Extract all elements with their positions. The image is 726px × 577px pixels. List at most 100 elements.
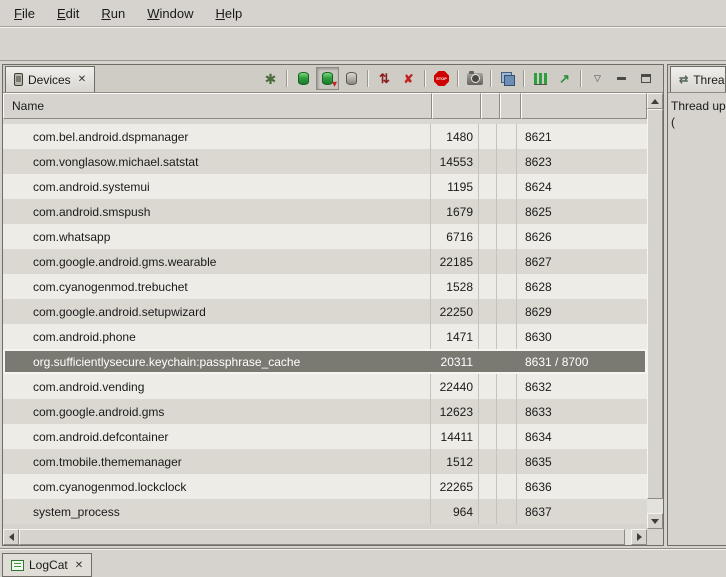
update-heap-button[interactable] [292,67,315,90]
minimize-icon [617,77,626,80]
process-pid: 6716 [431,224,479,249]
vertical-scroll-track[interactable] [647,109,663,513]
cause-gc-button[interactable] [340,67,363,90]
debug-process-button[interactable]: ✱ [259,67,282,90]
maximize-button[interactable] [634,67,657,90]
vertical-scroll-thumb[interactable] [647,109,663,499]
column-spacer [479,199,497,224]
process-port: 8628 [517,274,647,299]
heap-icon [298,72,309,85]
process-name: com.android.phone [3,324,431,349]
update-threads-button[interactable]: ⇅ [373,67,396,90]
hierarchy-icon [501,72,515,86]
column-spacer [497,124,517,149]
stop-process-button[interactable]: STOP [430,67,453,90]
process-name: com.google.android.gms [3,399,431,424]
tab-logcat[interactable]: LogCat ✕ [2,553,92,577]
scroll-right-button[interactable] [631,529,647,545]
table-row[interactable]: com.google.android.gms 12623 8633 [3,399,647,424]
process-name: com.vonglasow.michael.satstat [3,149,431,174]
menu-run[interactable]: Run [91,2,135,25]
table-row[interactable]: com.android.defcontainer 14411 8634 [3,424,647,449]
logcat-icon [11,560,24,571]
bug-icon: ✱ [265,72,277,86]
column-spacer [497,199,517,224]
process-pid: 1679 [431,199,479,224]
horizontal-scroll-track[interactable] [19,529,631,545]
threads-panel: ⇄ Threads Thread up( [667,64,726,546]
scroll-left-button[interactable] [3,529,19,545]
table-row[interactable]: com.android.vending 22440 8632 [3,374,647,399]
process-port: 8626 [517,224,647,249]
table-row[interactable]: com.android.phone 1471 8630 [3,324,647,349]
minimize-button[interactable] [610,67,633,90]
threads-tab-label: Threads [693,73,726,87]
column-spacer [479,424,497,449]
process-name: org.sufficientlysecure.keychain:passphra… [3,349,431,374]
scroll-down-button[interactable] [647,513,663,529]
dump-hprof-button[interactable] [316,67,339,90]
column-spacer [479,374,497,399]
column-spacer [479,124,497,149]
column-spacer [497,224,517,249]
vertical-scrollbar[interactable] [647,93,663,529]
column-spacer [479,324,497,349]
column-spacer [497,374,517,399]
tab-devices[interactable]: Devices ✕ [5,66,95,92]
device-rows: com.bel.android.dspmanager 1480 8621 com… [3,124,647,524]
device-table-body: com.bel.android.dspmanager 1480 8621 com… [3,119,647,529]
process-port: 8637 [517,499,647,524]
process-pid: 14411 [431,424,479,449]
process-name: com.bel.android.dspmanager [3,124,431,149]
table-row[interactable]: com.android.smspush 1679 8625 [3,199,647,224]
view-menu-button[interactable]: ▽ [586,67,609,90]
column-header-name[interactable]: Name [3,93,432,119]
process-port: 8624 [517,174,647,199]
flush-threads-button[interactable]: ✘ [397,67,420,90]
table-row[interactable]: org.sufficientlysecure.keychain:passphra… [3,349,647,374]
horizontal-scroll-thumb[interactable] [19,529,625,545]
close-icon[interactable]: ✕ [76,74,86,85]
menu-help[interactable]: Help [205,2,252,25]
process-name: com.android.systemui [3,174,431,199]
column-spacer [497,449,517,474]
horizontal-scrollbar[interactable] [3,529,663,545]
toolbar-separator [424,70,426,87]
tab-threads[interactable]: ⇄ Threads [670,66,726,92]
method-profiling-button[interactable]: ↗ [553,67,576,90]
column-header-spacer2[interactable] [500,93,521,119]
table-row[interactable]: com.bel.android.dspmanager 1480 8621 [3,124,647,149]
scroll-up-button[interactable] [647,93,663,109]
table-row[interactable]: com.cyanogenmod.trebuchet 1528 8628 [3,274,647,299]
table-row[interactable]: com.tmobile.thememanager 1512 8635 [3,449,647,474]
close-icon[interactable]: ✕ [73,560,83,571]
menu-file[interactable]: File [4,2,45,25]
column-spacer [497,274,517,299]
screen-capture-button[interactable] [463,67,486,90]
sysinfo-button[interactable] [529,67,552,90]
process-port: 8633 [517,399,647,424]
main-area: Devices ✕ ✱ ⇅ ✘ STOP ↗ [0,62,726,548]
menu-edit[interactable]: Edit [47,2,89,25]
main-toolbar [0,27,726,61]
column-spacer [497,174,517,199]
hierarchy-view-button[interactable] [496,67,519,90]
column-header-spacer1[interactable] [481,93,500,119]
process-pid: 14553 [431,149,479,174]
table-row[interactable]: com.android.systemui 1195 8624 [3,174,647,199]
table-row[interactable]: com.cyanogenmod.lockclock 22265 8636 [3,474,647,499]
column-spacer [479,149,497,174]
table-row[interactable]: system_process 964 8637 [3,499,647,524]
threads-tab-row: ⇄ Threads [668,65,726,93]
camera-icon [467,73,483,85]
menu-window[interactable]: Window [137,2,203,25]
logcat-tab-label: LogCat [29,558,68,572]
column-header-pid[interactable] [432,93,481,119]
table-row[interactable]: com.vonglasow.michael.satstat 14553 8623 [3,149,647,174]
column-header-port[interactable] [521,93,647,119]
table-row[interactable]: com.google.android.gms.wearable 22185 86… [3,249,647,274]
table-row[interactable]: com.google.android.setupwizard 22250 862… [3,299,647,324]
column-spacer [479,499,497,524]
process-pid: 22440 [431,374,479,399]
table-row[interactable]: com.whatsapp 6716 8626 [3,224,647,249]
